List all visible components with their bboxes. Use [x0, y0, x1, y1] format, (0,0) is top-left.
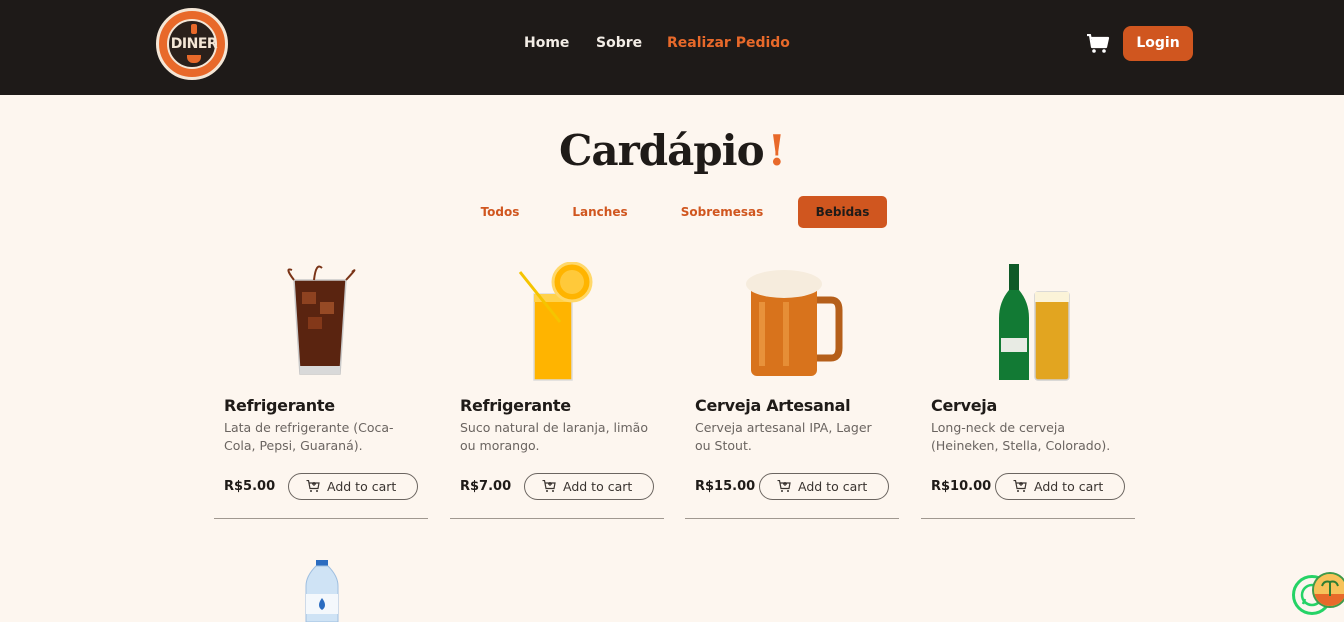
add-cart-icon — [542, 480, 556, 492]
logo-text: DINER — [170, 36, 218, 52]
page-title: Cardápio! — [0, 126, 1344, 175]
product-card — [214, 556, 428, 622]
nav-link-sobre[interactable]: Sobre — [596, 35, 642, 51]
bowl-icon — [187, 55, 201, 63]
product-price: R$5.00 — [224, 479, 276, 494]
add-to-cart-button[interactable]: Add to cart — [524, 473, 654, 500]
fork-icon — [191, 24, 197, 34]
product-price: R$7.00 — [460, 479, 512, 494]
add-cart-icon — [306, 480, 320, 492]
add-to-cart-button[interactable]: Add to cart — [995, 473, 1125, 500]
diner-logo[interactable]: DINER — [156, 8, 228, 80]
tab-todos[interactable]: Todos — [470, 196, 530, 228]
add-to-cart-button[interactable]: Add to cart — [759, 473, 889, 500]
product-name: Cerveja — [931, 396, 997, 415]
product-description: Lata de refrigerante (Coca-Cola, Pepsi, … — [224, 420, 394, 453]
title-text: Cardápio — [558, 126, 765, 175]
product-description: Suco natural de laranja, limão ou morang… — [460, 420, 648, 453]
product-card: Cerveja Long-neck de cerveja (Heineken, … — [921, 258, 1135, 519]
title-accent: ! — [767, 126, 786, 175]
add-to-cart-label: Add to cart — [1034, 479, 1104, 494]
product-price: R$15.00 — [695, 479, 756, 494]
logo-badge: DINER — [167, 19, 218, 69]
tab-lanches[interactable]: Lanches — [562, 196, 638, 228]
add-to-cart-label: Add to cart — [563, 479, 633, 494]
water-bottle-image — [305, 560, 339, 622]
product-card: Cerveja Artesanal Cerveja artesanal IPA,… — [685, 258, 899, 519]
nav-link-home[interactable]: Home — [524, 35, 569, 51]
beer-mug-image — [746, 270, 843, 376]
avatar[interactable] — [1312, 572, 1344, 608]
add-cart-icon — [1013, 480, 1027, 492]
orange-juice-image — [518, 262, 593, 381]
shopping-cart-icon[interactable] — [1086, 34, 1110, 54]
add-to-cart-label: Add to cart — [798, 479, 868, 494]
nav-link-realizar-pedido[interactable]: Realizar Pedido — [667, 35, 790, 51]
login-button[interactable]: Login — [1123, 26, 1193, 61]
add-to-cart-label: Add to cart — [327, 479, 397, 494]
top-navbar: DINER Home Sobre Realizar Pedido Login — [0, 0, 1344, 95]
tab-sobremesas[interactable]: Sobremesas — [672, 196, 772, 228]
cola-glass-image — [287, 265, 356, 375]
product-description: Cerveja artesanal IPA, Lager ou Stout. — [695, 420, 872, 453]
product-name: Refrigerante — [224, 396, 335, 415]
product-description: Long-neck de cerveja (Heineken, Stella, … — [931, 420, 1111, 453]
product-name: Cerveja Artesanal — [695, 396, 851, 415]
add-to-cart-button[interactable]: Add to cart — [288, 473, 418, 500]
product-price: R$10.00 — [931, 479, 992, 494]
beer-bottle-image — [999, 264, 1070, 381]
product-name: Refrigerante — [460, 396, 571, 415]
add-cart-icon — [777, 480, 791, 492]
tab-bebidas[interactable]: Bebidas — [798, 196, 887, 228]
product-card: Refrigerante Suco natural de laranja, li… — [450, 258, 664, 519]
beach-avatar-icon — [1314, 574, 1344, 606]
product-card: Refrigerante Lata de refrigerante (Coca-… — [214, 258, 428, 519]
